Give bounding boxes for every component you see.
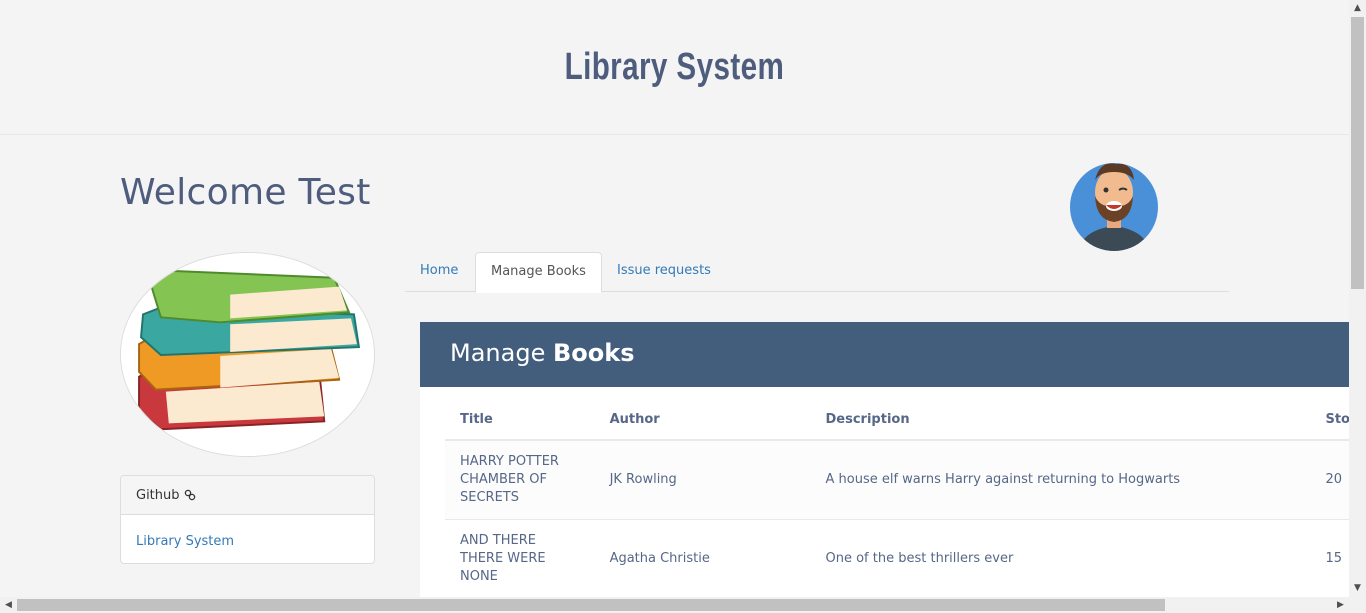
table-row[interactable]: HARRY POTTER CHAMBER OF SECRETS JK Rowli… <box>445 440 1365 520</box>
vertical-scroll-thumb[interactable] <box>1351 17 1364 289</box>
scroll-up-icon[interactable]: ▲ <box>1349 0 1366 16</box>
github-panel-title: Github <box>136 487 180 503</box>
github-panel-header: Github <box>121 476 374 515</box>
site-title: Library System <box>564 46 785 88</box>
github-link[interactable]: Library System <box>136 534 234 549</box>
col-title[interactable]: Title <box>445 400 595 441</box>
scroll-down-icon[interactable]: ▼ <box>1349 580 1366 596</box>
tab-issue-requests[interactable]: Issue requests <box>602 252 726 292</box>
manage-books-card: Manage Books Title Author Description St… <box>420 322 1365 599</box>
horizontal-scroll-thumb[interactable] <box>17 599 1165 611</box>
book-description: One of the best thrillers ever <box>810 519 1311 599</box>
book-description: A house elf warns Harry against returnin… <box>810 440 1311 520</box>
tab-home[interactable]: Home <box>405 252 473 292</box>
col-author[interactable]: Author <box>594 400 811 441</box>
table-header-row: Title Author Description Sto <box>445 400 1365 441</box>
scroll-left-icon[interactable]: ◀ <box>0 597 17 613</box>
books-image <box>120 252 375 457</box>
heading-normal: Manage <box>450 339 546 367</box>
scroll-right-icon[interactable]: ▶ <box>1332 597 1349 613</box>
nav-tabs: Home Manage Books Issue requests <box>405 252 1229 293</box>
book-title: AND THERE THERE WERE NONE <box>445 519 595 599</box>
col-description[interactable]: Description <box>810 400 1311 441</box>
welcome-heading: Welcome Test <box>120 172 371 213</box>
heading-bold: Books <box>552 339 635 367</box>
book-author: JK Rowling <box>594 440 811 520</box>
github-panel: Github Library System <box>120 475 375 564</box>
tab-manage-books[interactable]: Manage Books <box>475 252 602 293</box>
books-table: Title Author Description Sto HARRY POTTE… <box>445 400 1365 599</box>
site-header: Library System <box>0 0 1349 135</box>
book-title: HARRY POTTER CHAMBER OF SECRETS <box>445 440 595 520</box>
user-avatar[interactable] <box>1070 162 1158 252</box>
book-author: Agatha Christie <box>594 519 811 599</box>
link-icon <box>184 489 195 501</box>
manage-books-heading: Manage Books <box>420 322 1349 387</box>
table-row[interactable]: AND THERE THERE WERE NONE Agatha Christi… <box>445 519 1365 599</box>
